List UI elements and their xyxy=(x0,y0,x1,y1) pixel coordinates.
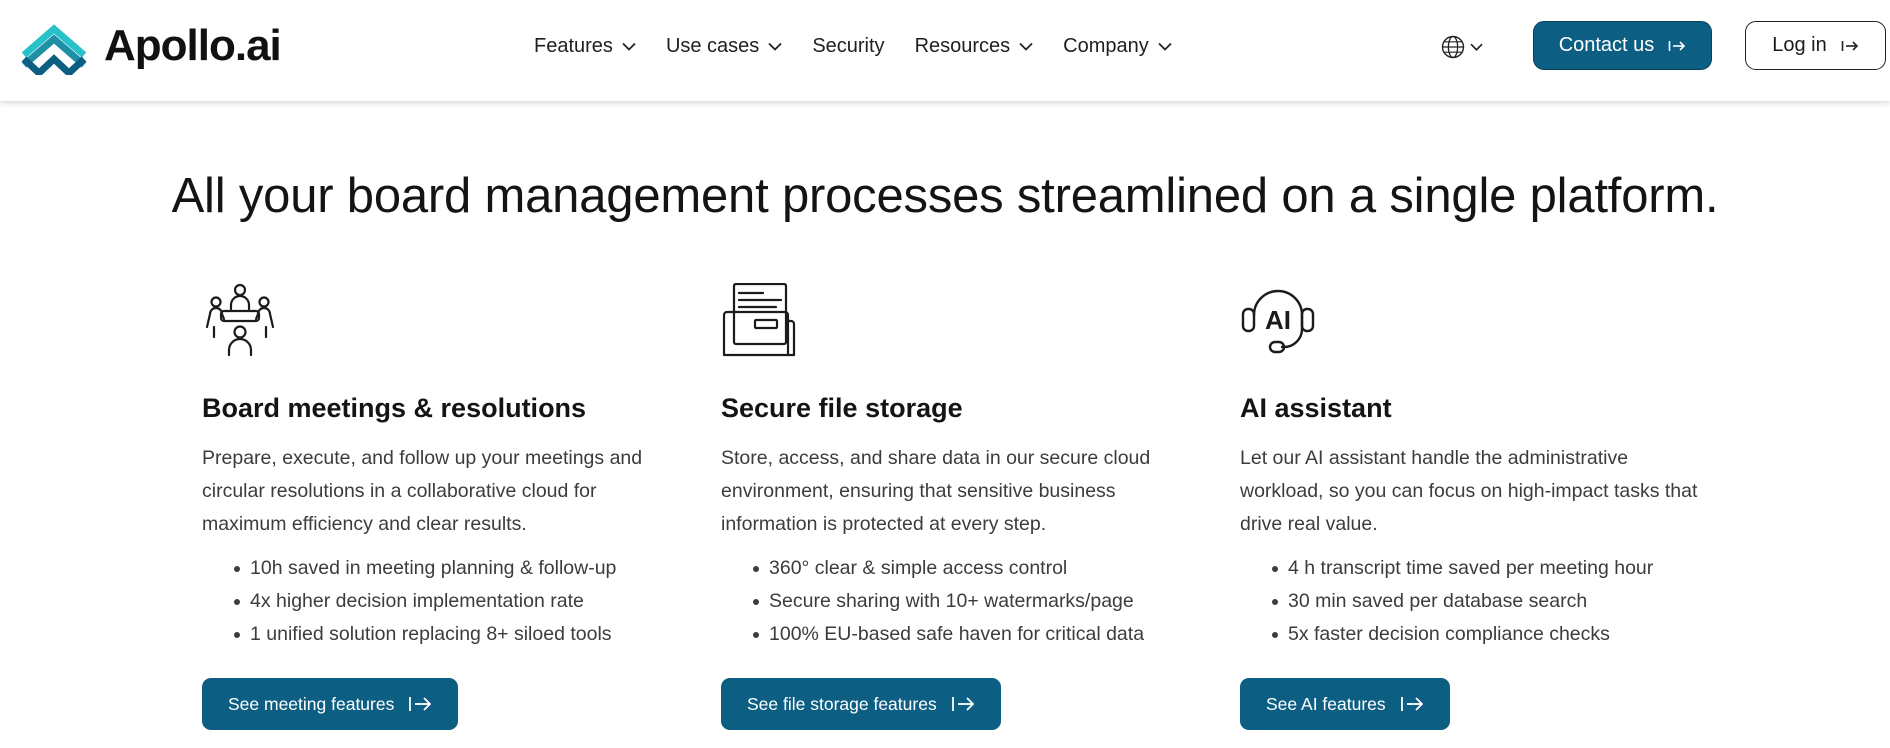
card-title: AI assistant xyxy=(1240,393,1392,423)
nav-item-features[interactable]: Features xyxy=(534,35,636,58)
logo-mark-icon xyxy=(21,24,87,75)
arrow-right-icon xyxy=(1668,40,1686,51)
card-title: Board meetings & resolutions xyxy=(202,393,587,423)
button-label: See meeting features xyxy=(228,693,395,714)
nav-item-resources[interactable]: Resources xyxy=(915,35,1034,58)
list-item: 100% EU-based safe haven for critical da… xyxy=(721,618,1144,651)
log-in-button[interactable]: Log in xyxy=(1745,21,1886,70)
nav-item-use-cases[interactable]: Use cases xyxy=(666,35,782,58)
chevron-down-icon xyxy=(1470,43,1483,51)
list-item: 1 unified solution replacing 8+ siloed t… xyxy=(202,618,616,651)
page-headline: All your board management processes stre… xyxy=(171,169,1719,223)
nav-item-label: Security xyxy=(812,34,885,57)
card-description: Let our AI assistant handle the administ… xyxy=(1240,447,1698,535)
list-item: 10h saved in meeting planning & follow-u… xyxy=(202,552,616,585)
arrow-right-icon xyxy=(1841,40,1858,51)
list-item: 4 h transcript time saved per meeting ho… xyxy=(1240,552,1653,585)
chevron-down-icon xyxy=(768,42,782,51)
list-item: 360° clear & simple access control xyxy=(721,552,1144,585)
globe-icon xyxy=(1441,35,1465,59)
chevron-down-icon xyxy=(622,42,636,51)
arrow-right-icon xyxy=(951,697,974,711)
card-description: Store, access, and share data in our sec… xyxy=(721,447,1151,535)
contact-us-label: Contact us xyxy=(1558,34,1655,56)
logo[interactable]: Apollo.ai xyxy=(20,17,282,75)
see-ai-features-button[interactable]: See AI features xyxy=(1240,678,1450,730)
brand-name: Apollo.ai xyxy=(104,21,282,70)
card-title: Secure file storage xyxy=(721,393,963,423)
file-folder-icon xyxy=(722,283,796,357)
feature-card-file-storage: Secure file storage Store, access, and s… xyxy=(721,283,1191,730)
button-label: See AI features xyxy=(1266,693,1386,714)
nav-item-label: Resources xyxy=(914,34,1011,57)
list-item: 30 min saved per database search xyxy=(1240,585,1653,618)
list-item: 5x faster decision compliance checks xyxy=(1240,618,1653,651)
ai-headset-icon: AI xyxy=(1241,289,1315,354)
arrow-right-icon xyxy=(1400,697,1423,711)
nav-item-label: Use cases xyxy=(665,34,760,57)
feature-card-meetings: Board meetings & resolutions Prepare, ex… xyxy=(202,283,672,730)
card-benefits-list: 360° clear & simple access control Secur… xyxy=(721,552,1144,651)
site-header: Apollo.ai Features Use cases Security Re… xyxy=(0,0,1890,101)
list-item: Secure sharing with 10+ watermarks/page xyxy=(721,585,1144,618)
ai-icon-text: AI xyxy=(1265,305,1291,335)
arrow-right-icon xyxy=(409,697,432,711)
card-description: Prepare, execute, and follow up your mee… xyxy=(202,447,643,535)
card-benefits-list: 4 h transcript time saved per meeting ho… xyxy=(1240,552,1653,651)
nav-item-company[interactable]: Company xyxy=(1063,35,1172,58)
nav-item-label: Features xyxy=(534,34,613,57)
see-meeting-features-button[interactable]: See meeting features xyxy=(202,678,459,730)
nav-item-security[interactable]: Security xyxy=(812,35,884,58)
log-in-label: Log in xyxy=(1772,34,1827,56)
meeting-people-icon xyxy=(205,283,275,357)
chevron-down-icon xyxy=(1019,42,1033,51)
see-file-storage-features-button[interactable]: See file storage features xyxy=(721,678,1001,730)
language-selector[interactable] xyxy=(1441,35,1483,59)
feature-card-ai-assistant: AI AI assistant Let our AI assistant han… xyxy=(1240,283,1710,730)
main-nav: Features Use cases Security Resources Co… xyxy=(534,29,1202,63)
nav-item-label: Company xyxy=(1063,34,1149,57)
contact-us-button[interactable]: Contact us xyxy=(1533,21,1712,70)
card-benefits-list: 10h saved in meeting planning & follow-u… xyxy=(202,552,616,651)
button-label: See file storage features xyxy=(747,693,937,714)
chevron-down-icon xyxy=(1158,42,1172,51)
list-item: 4x higher decision implementation rate xyxy=(202,585,616,618)
